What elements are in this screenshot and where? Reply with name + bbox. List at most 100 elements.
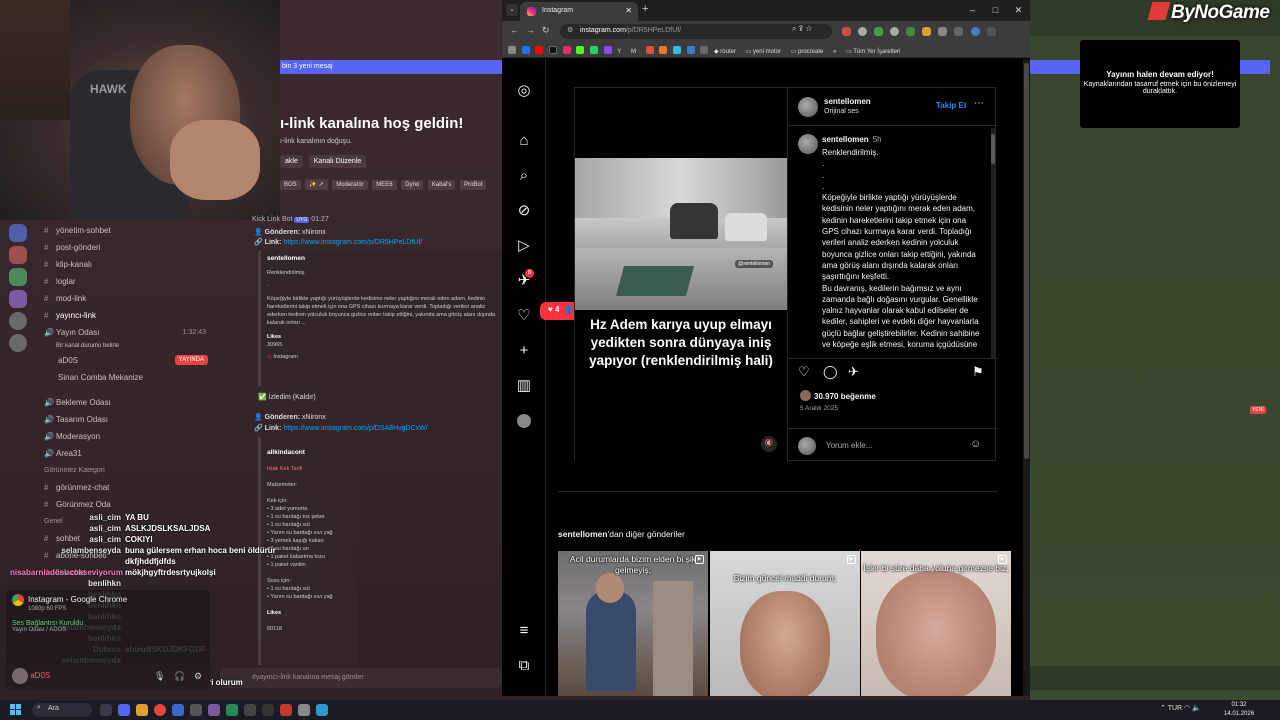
extensions-puzzle-icon[interactable] bbox=[938, 27, 948, 36]
message-author[interactable]: Kick Link Bot UYG 01:27 bbox=[252, 216, 329, 223]
streaming-app[interactable]: Instagram - Google Chrome 1080p 60 FPS bbox=[6, 590, 210, 612]
voice-channel[interactable]: 🔊 Moderasyon bbox=[36, 428, 216, 445]
all-bookmarks[interactable]: ▭ Tüm Yer İşaretleri bbox=[846, 49, 900, 55]
save-icon[interactable]: ⚑ bbox=[972, 364, 984, 380]
forward-icon[interactable]: → bbox=[526, 25, 535, 35]
site-info-icon[interactable]: ⚙ bbox=[567, 26, 573, 34]
apps-icon[interactable] bbox=[508, 46, 516, 54]
post-thumbnail[interactable]: İşler bi süre daha yoluna girmezse biz; … bbox=[861, 551, 1011, 696]
microphone-icon[interactable]: 🎙 bbox=[154, 671, 166, 683]
role-tag[interactable]: Kabal's bbox=[427, 180, 456, 190]
taskbar-app-icon[interactable] bbox=[190, 704, 202, 716]
bookmark-icon[interactable] bbox=[686, 46, 695, 54]
settings-icon[interactable]: ⚙ bbox=[194, 671, 206, 683]
avatar[interactable] bbox=[798, 134, 818, 154]
role-tag[interactable]: ✨ ↗ bbox=[305, 179, 328, 190]
welcome-button[interactable]: akle bbox=[280, 155, 303, 168]
voice-channel-yayin[interactable]: 🔊 Yayın Odası 1:32:43 bbox=[36, 324, 216, 341]
tab-search-icon[interactable]: ⌄ bbox=[506, 4, 518, 16]
extension-icon[interactable] bbox=[874, 27, 884, 36]
channel-item[interactable]: # loglar bbox=[36, 273, 216, 290]
explore-icon[interactable] bbox=[9, 334, 27, 352]
more-bookmarks-icon[interactable]: » bbox=[833, 49, 836, 55]
create-icon[interactable]: + bbox=[514, 341, 534, 361]
channel-item[interactable]: # Görünmez Oda bbox=[36, 496, 216, 513]
x-icon[interactable] bbox=[549, 46, 558, 54]
voice-user[interactable]: Sinan Comba Mekanize bbox=[36, 369, 216, 386]
minimize-icon[interactable]: – bbox=[961, 0, 984, 21]
instagram-icon[interactable] bbox=[562, 46, 571, 54]
post-thumbnail[interactable]: Acil durumlarda bizim elden bi şik gelme… bbox=[558, 551, 708, 696]
kick-icon[interactable] bbox=[576, 46, 585, 54]
channel-item[interactable]: # klip-kanalı bbox=[36, 256, 216, 273]
bookmark-icon[interactable] bbox=[700, 46, 709, 54]
bookmark-yeni-motor[interactable]: ▭ yeni motor bbox=[746, 49, 781, 55]
new-messages-banner[interactable]: bin 3 yeni mesaj bbox=[280, 60, 502, 74]
instagram-logo-icon[interactable]: ◎ bbox=[514, 81, 534, 101]
role-tag[interactable]: ProBot bbox=[460, 180, 487, 190]
server-icon[interactable] bbox=[9, 268, 27, 286]
extension-icon[interactable] bbox=[842, 27, 851, 36]
bookmark-label[interactable]: M bbox=[631, 49, 636, 55]
caption-scroll-thumb[interactable] bbox=[991, 134, 995, 164]
windows-start-icon[interactable] bbox=[10, 704, 22, 716]
avatar[interactable] bbox=[12, 668, 28, 684]
taskbar-app-icon[interactable] bbox=[208, 704, 220, 716]
channel-item[interactable]: # görünmez-chat bbox=[36, 479, 216, 496]
server-icon[interactable] bbox=[9, 290, 27, 308]
channel-item[interactable]: # mod-link bbox=[36, 290, 216, 307]
extension-icon[interactable] bbox=[954, 27, 964, 36]
like-count[interactable]: 30.970 beğenme bbox=[800, 390, 876, 401]
facebook-icon[interactable] bbox=[521, 46, 530, 54]
server-icon[interactable] bbox=[9, 224, 27, 242]
back-icon[interactable]: ← bbox=[510, 25, 519, 35]
dashboard-icon[interactable]: ▥ bbox=[514, 376, 534, 396]
home-icon[interactable]: ⌂ bbox=[514, 131, 534, 151]
tray-chevron-icon[interactable]: ⌃ bbox=[1160, 705, 1166, 712]
youtube-icon[interactable] bbox=[535, 46, 544, 54]
avatar[interactable] bbox=[798, 97, 818, 117]
taskbar-app-icon[interactable] bbox=[226, 704, 238, 716]
voice-user[interactable]: aD0S YAYINDA bbox=[36, 352, 216, 369]
like-icon[interactable]: ♡ bbox=[798, 364, 810, 380]
taskbar-app-icon[interactable] bbox=[280, 704, 292, 716]
post-video[interactable]: @sentellomen Hz Adem karıya uyup elmayı … bbox=[575, 88, 787, 462]
close-window-icon[interactable]: ✕ bbox=[1007, 0, 1030, 21]
wifi-icon[interactable]: ◠ bbox=[1184, 705, 1190, 712]
post-thumbnail[interactable]: Bizim güncel maddi durum; ▶ bbox=[710, 551, 860, 696]
voice-channel[interactable]: 🔊 Bekleme Odası bbox=[36, 394, 216, 411]
channel-item[interactable]: # post-gönderi bbox=[36, 239, 216, 256]
new-tab-icon[interactable]: + bbox=[642, 3, 648, 15]
bookmark-star-icon[interactable]: ☆ bbox=[805, 24, 812, 33]
chrome-icon[interactable] bbox=[154, 704, 166, 716]
bookmark-icon[interactable] bbox=[672, 46, 681, 54]
more-options-icon[interactable]: ⋯ bbox=[974, 98, 984, 109]
role-tag[interactable]: BOS bbox=[280, 180, 301, 190]
embed-author[interactable]: sentellomen bbox=[267, 255, 496, 263]
bookmark-label[interactable]: Y bbox=[617, 49, 621, 55]
add-server-icon[interactable] bbox=[9, 312, 27, 330]
reload-icon[interactable]: ↻ bbox=[542, 25, 550, 36]
share-icon[interactable]: ⇪ bbox=[799, 24, 804, 33]
taskbar-app-icon[interactable] bbox=[100, 704, 112, 716]
role-tag[interactable]: Moderatör bbox=[332, 180, 368, 190]
close-tab-icon[interactable]: ✕ bbox=[625, 6, 632, 15]
profile-icon[interactable] bbox=[514, 411, 534, 431]
channel-item-active[interactable]: # yayıncı-link bbox=[36, 307, 216, 324]
extension-icon[interactable] bbox=[858, 27, 868, 36]
menu-icon[interactable] bbox=[986, 27, 996, 36]
voice-channel[interactable]: 🔊 Tasarım Odası bbox=[36, 411, 216, 428]
caption-username[interactable]: sentellomen bbox=[822, 135, 869, 144]
clock[interactable]: 01:32 14.01.2026 bbox=[1224, 701, 1254, 719]
edit-channel-button[interactable]: Kanalı Düzenle bbox=[308, 155, 367, 168]
taskbar-app-icon[interactable] bbox=[172, 704, 184, 716]
taskbar-app-icon[interactable] bbox=[244, 704, 256, 716]
bookmark-procreate[interactable]: ▭ procreate bbox=[791, 49, 824, 55]
zoom-icon[interactable]: ⌕ bbox=[792, 24, 796, 33]
search-icon[interactable]: ⌕ bbox=[514, 166, 534, 186]
instagram-link[interactable]: https://www.instagram.com/p/DR5HPeLDfUf/ bbox=[283, 239, 422, 246]
more-menu-icon[interactable]: ≡ bbox=[514, 621, 534, 641]
volume-icon[interactable]: 🔈 bbox=[1192, 705, 1201, 712]
follow-button[interactable]: Takip Et bbox=[936, 101, 967, 110]
watched-action[interactable]: ✅ İzledim (Kaldır) bbox=[258, 393, 316, 401]
